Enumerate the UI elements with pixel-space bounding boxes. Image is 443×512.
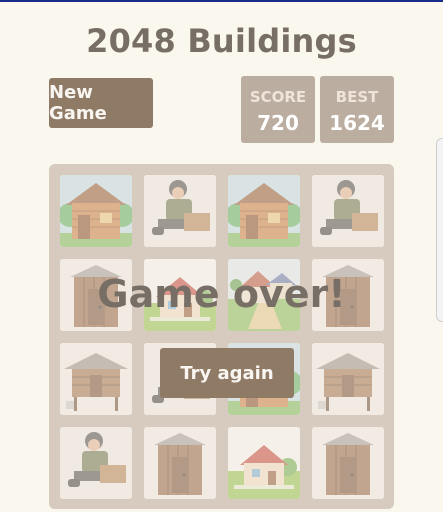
- edge-panel-handle[interactable]: [436, 138, 443, 322]
- new-game-button[interactable]: New Game: [49, 78, 153, 128]
- best-value: 1624: [329, 111, 385, 135]
- score-box: SCORE 720: [241, 76, 315, 143]
- best-box: BEST 1624: [320, 76, 394, 143]
- game-over-message: Game over!: [97, 272, 346, 316]
- score-value: 720: [257, 111, 299, 135]
- score-label: SCORE: [249, 88, 307, 106]
- try-again-button[interactable]: Try again: [160, 348, 294, 398]
- page-title: 2048 Buildings: [86, 22, 357, 60]
- best-label: BEST: [335, 88, 379, 106]
- top-border-line: [0, 0, 443, 2]
- game-over-overlay: [49, 164, 394, 509]
